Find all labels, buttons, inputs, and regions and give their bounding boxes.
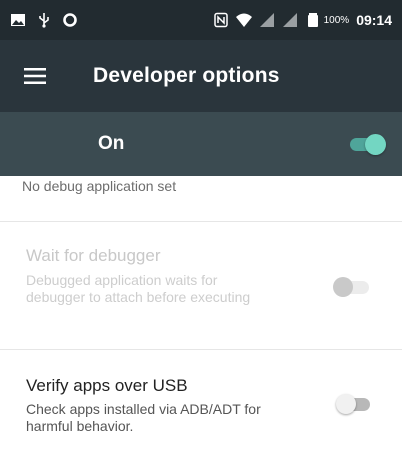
master-toggle-switch[interactable] bbox=[348, 132, 386, 156]
status-right-icons: 100% 09:14 bbox=[213, 12, 392, 28]
menu-icon bbox=[24, 68, 46, 84]
master-switch-thumb bbox=[365, 134, 386, 155]
app-bar: Developer options bbox=[0, 40, 402, 112]
wait-for-debugger-switch bbox=[333, 275, 375, 299]
signal-icon bbox=[282, 12, 298, 28]
switch-thumb bbox=[336, 394, 356, 414]
verify-apps-usb-preference[interactable]: Verify apps over USB Check apps installe… bbox=[0, 350, 402, 464]
usb-icon bbox=[36, 12, 52, 28]
wait-for-debugger-preference: Wait for debugger Debugged application w… bbox=[0, 222, 402, 350]
menu-button[interactable] bbox=[0, 40, 50, 112]
wifi-icon bbox=[235, 12, 252, 28]
nfc-icon bbox=[213, 12, 229, 28]
debug-app-summary[interactable]: No debug application set bbox=[0, 176, 402, 222]
page-title: Developer options bbox=[93, 64, 280, 87]
sync-icon bbox=[62, 12, 78, 28]
battery-percent: 100% bbox=[323, 14, 350, 26]
wait-for-debugger-summary: Debugged application waits for debugger … bbox=[26, 272, 251, 305]
status-bar: 100% 09:14 bbox=[0, 0, 402, 40]
battery-icon bbox=[305, 12, 321, 28]
verify-apps-usb-summary: Check apps installed via ADB/ADT for har… bbox=[26, 401, 261, 434]
status-time: 09:14 bbox=[356, 12, 392, 28]
signal-icon bbox=[259, 12, 275, 28]
master-switch-bar[interactable]: On bbox=[0, 112, 402, 176]
preference-list: No debug application set Wait for debugg… bbox=[0, 176, 402, 464]
master-switch-label: On bbox=[98, 133, 125, 154]
wait-for-debugger-title: Wait for debugger bbox=[26, 246, 161, 265]
verify-apps-usb-title: Verify apps over USB bbox=[26, 376, 188, 395]
switch-thumb bbox=[333, 277, 353, 297]
status-left-icons bbox=[10, 12, 78, 28]
image-icon bbox=[10, 12, 26, 28]
verify-apps-usb-switch[interactable] bbox=[334, 392, 376, 416]
